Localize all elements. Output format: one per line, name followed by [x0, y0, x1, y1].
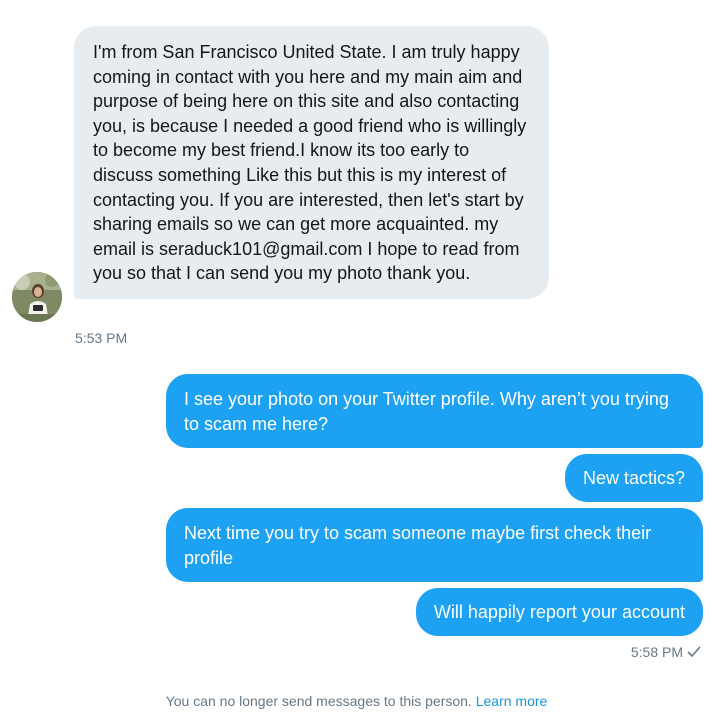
- outgoing-message-bubble[interactable]: Will happily report your account: [415, 588, 703, 636]
- sender-avatar[interactable]: [12, 272, 62, 322]
- incoming-timestamp: 5:53 PM: [75, 330, 128, 346]
- incoming-message-bubble[interactable]: I'm from San Francisco United State. I a…: [74, 26, 549, 299]
- outgoing-message-bubble[interactable]: I see your photo on your Twitter profile…: [166, 374, 703, 448]
- dm-conversation: I'm from San Francisco United State. I a…: [0, 0, 713, 718]
- blocked-notice-text: You can no longer send messages to this …: [165, 693, 476, 709]
- conversation-blocked-notice: You can no longer send messages to this …: [0, 693, 713, 709]
- avatar-image: [12, 272, 62, 322]
- outgoing-message-bubble[interactable]: New tactics?: [564, 454, 703, 502]
- outgoing-timestamp-row: 5:58 PM: [631, 644, 701, 660]
- outgoing-timestamp: 5:58 PM: [630, 644, 683, 660]
- outgoing-message-bubble[interactable]: Next time you try to scam someone maybe …: [166, 508, 703, 582]
- checkmark-icon: [687, 645, 701, 659]
- learn-more-link[interactable]: Learn more: [476, 693, 548, 709]
